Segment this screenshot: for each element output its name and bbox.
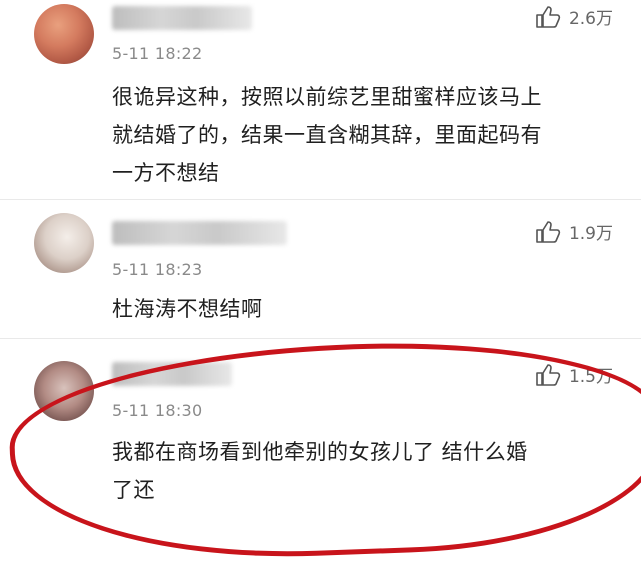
comment-text-line: 了还 <box>112 478 155 502</box>
comment-text-line: 一方不想结 <box>112 161 220 185</box>
username-blurred[interactable] <box>112 6 252 30</box>
comment-text-line: 杜海涛不想结啊 <box>112 297 263 321</box>
comment-timestamp: 5-11 18:22 <box>112 44 203 63</box>
comment-item: 5-11 18:30 我都在商场看到他牵别的女孩儿了 结什么婚 了还 1.5万 <box>0 339 641 502</box>
avatar[interactable] <box>34 213 94 273</box>
comment-timestamp: 5-11 18:23 <box>112 260 203 279</box>
like-count: 1.5万 <box>568 367 613 387</box>
comment-text: 杜海涛不想结啊 <box>112 290 617 328</box>
like-button[interactable]: 1.9万 <box>535 219 613 244</box>
avatar[interactable] <box>34 4 94 64</box>
like-count: 2.6万 <box>568 9 613 29</box>
comment-timestamp: 5-11 18:30 <box>112 401 203 420</box>
comment-item: 5-11 18:23 杜海涛不想结啊 1.9万 <box>0 200 641 338</box>
like-count: 1.9万 <box>568 224 613 244</box>
like-button[interactable]: 1.5万 <box>535 362 613 387</box>
username-blurred[interactable] <box>112 362 232 386</box>
thumbs-up-icon <box>535 5 561 29</box>
avatar[interactable] <box>34 361 94 421</box>
like-button[interactable]: 2.6万 <box>535 4 613 29</box>
comment-text-line: 我都在商场看到他牵别的女孩儿了 结什么婚 <box>112 440 528 464</box>
username-blurred[interactable] <box>112 221 287 245</box>
comment-text: 我都在商场看到他牵别的女孩儿了 结什么婚 了还 <box>112 433 617 509</box>
comment-item: 5-11 18:22 很诡异这种，按照以前综艺里甜蜜样应该马上 就结婚了的，结果… <box>0 0 641 199</box>
comment-text: 很诡异这种，按照以前综艺里甜蜜样应该马上 就结婚了的，结果一直含糊其辞，里面起码… <box>112 78 617 192</box>
comment-text-line: 就结婚了的，结果一直含糊其辞，里面起码有 <box>112 123 542 147</box>
comment-text-line: 很诡异这种，按照以前综艺里甜蜜样应该马上 <box>112 85 542 109</box>
thumbs-up-icon <box>535 220 561 244</box>
thumbs-up-icon <box>535 363 561 387</box>
